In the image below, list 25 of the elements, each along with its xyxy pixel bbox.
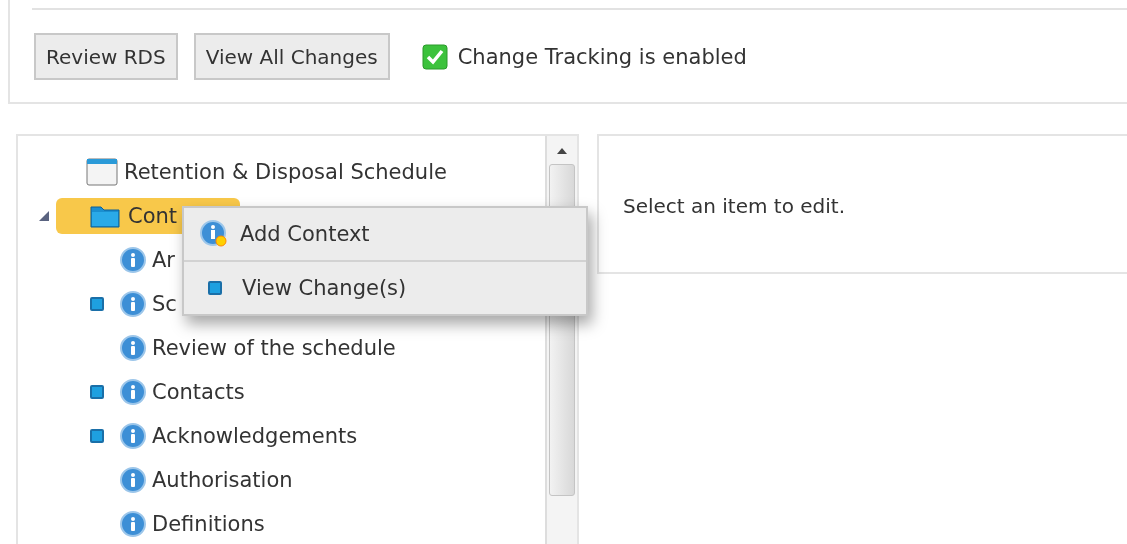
empty-message: Select an item to edit. (622, 194, 846, 218)
tree-item[interactable]: Sc (152, 292, 177, 316)
menu-item[interactable]: View Change(s) (184, 260, 586, 314)
tree-item[interactable]: Acknowledgements (152, 424, 358, 448)
window-icon (86, 158, 118, 186)
add-info-icon (200, 220, 228, 248)
tree-item[interactable]: Review of the schedule (152, 336, 396, 360)
expand-toggle-icon[interactable] (38, 210, 50, 222)
tree-item[interactable]: Contacts (152, 380, 245, 404)
info-icon (120, 291, 146, 317)
toolbar-button[interactable]: Review RDS (34, 33, 178, 80)
scroll-up-icon[interactable] (555, 146, 568, 156)
tree-item[interactable]: Definitions (152, 512, 265, 536)
toolbar-button[interactable]: View All Changes (193, 33, 390, 80)
tree-item[interactable]: Retention & Disposal Schedule (124, 160, 447, 184)
info-icon (120, 467, 146, 493)
tree-item[interactable]: Authorisation (152, 468, 293, 492)
folder-icon (90, 204, 120, 228)
info-icon (120, 379, 146, 405)
info-icon (120, 335, 146, 361)
info-icon (120, 423, 146, 449)
tree-item[interactable]: Ar (152, 248, 175, 272)
info-icon (120, 511, 146, 537)
tracking-status: Change Tracking is enabled (457, 44, 747, 69)
info-icon (120, 247, 146, 273)
